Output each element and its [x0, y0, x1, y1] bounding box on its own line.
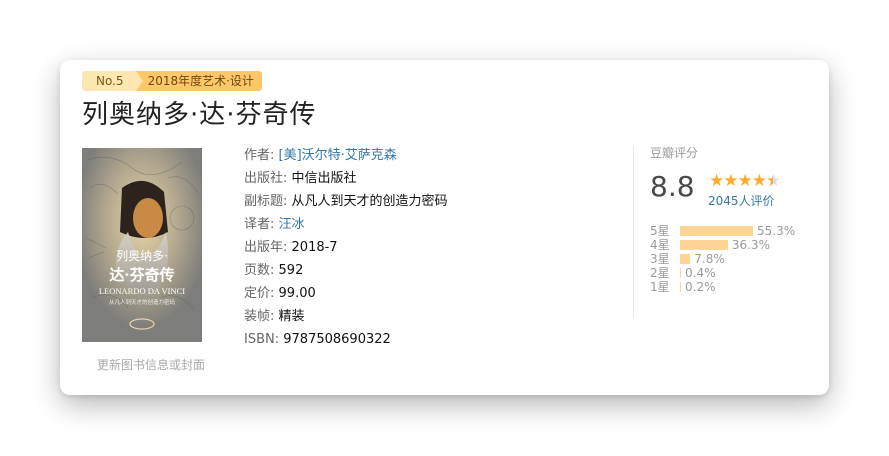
book-title: 列奥纳多·达·芬奇传 — [82, 100, 317, 130]
rating-star-label: 5星 — [650, 224, 670, 238]
rating-dist-row: 3星 7.8% — [650, 252, 800, 266]
rating-bar — [680, 226, 753, 236]
rating-bar — [680, 282, 681, 292]
rating-title: 豆瓣评分 — [650, 146, 699, 160]
info-row: 装帧: 精装 — [244, 305, 448, 328]
info-value-link[interactable]: 汪冰 — [279, 217, 305, 232]
rating-bar — [680, 254, 691, 264]
info-row: 副标题: 从凡人到天才的创造力密码 — [244, 190, 448, 213]
cover-title-en: LEONARDO DA VINCI — [99, 286, 185, 296]
cover-title-line2: 达·芬奇传 — [109, 266, 174, 284]
info-value: 2018-7 — [291, 240, 338, 255]
category-label: 2018年度艺术·设计 — [135, 71, 262, 91]
star-icon: ★ — [737, 171, 753, 191]
info-label: 出版年: — [244, 240, 288, 255]
info-label: 出版社: — [244, 171, 288, 186]
rating-dist-row: 4星 36.3% — [650, 238, 800, 252]
rating-star-label: 2星 — [650, 266, 670, 280]
star-icon: ★ — [751, 171, 767, 191]
rating-percent: 55.3% — [756, 224, 796, 238]
info-row: 译者: 汪冰 — [244, 213, 448, 236]
info-value: 592 — [278, 263, 304, 278]
rating-bar — [680, 240, 728, 250]
info-row: 出版年: 2018-7 — [244, 236, 448, 259]
info-row: ISBN: 9787508690322 — [244, 328, 448, 351]
divider — [633, 146, 634, 318]
rank-label: No.5 — [82, 71, 143, 91]
info-row: 作者: [美]沃尔特·艾萨克森 — [244, 144, 448, 167]
rating-distribution: 5星 55.3% 4星 36.3% 3星 7.8% 2星 0.4% 1星 0.2% — [650, 224, 800, 294]
star-icon: ★ — [709, 171, 724, 191]
info-label: 作者: — [244, 148, 275, 163]
rating-percent: 0.2% — [685, 280, 716, 294]
rating-star-label: 4星 — [650, 238, 670, 252]
rating-dist-row: 2星 0.4% — [650, 266, 800, 280]
rating-percent: 0.4% — [685, 266, 716, 280]
info-value: 99.00 — [278, 286, 316, 301]
rating-bar — [680, 268, 681, 278]
rating-percent: 36.3% — [731, 238, 771, 252]
rating-score: 8.8 — [650, 170, 695, 203]
rating-panel: 豆瓣评分 8.8 ★★★★★★ 2045人评价 5星55.3%4星36.3%3星… — [650, 144, 795, 294]
info-row: 出版社: 中信出版社 — [244, 167, 448, 190]
info-value: 中信出版社 — [291, 171, 357, 186]
book-info: 作者: [美]沃尔特·艾萨克森 出版社: 中信出版社 副标题: 从凡人到天才的创造力… — [244, 144, 448, 351]
rating-star-label: 1星 — [650, 280, 670, 294]
info-row: 页数: 592 — [244, 259, 448, 282]
info-label: 副标题: — [244, 194, 288, 209]
rating-stars: ★★★★★★ — [709, 171, 781, 191]
info-label: ISBN: — [244, 332, 280, 347]
info-value-link[interactable]: [美]沃尔特·艾萨克森 — [279, 148, 397, 163]
book-cover[interactable]: 列奥纳多· 达·芬奇传 LEONARDO DA VINCI 从凡人到天才的创造力… — [82, 148, 202, 342]
rating-star-label: 3星 — [650, 252, 670, 266]
star-icon: ★ — [723, 171, 738, 191]
ranking-badge[interactable]: No.5 2018年度艺术·设计 — [82, 71, 262, 91]
cover-art: 列奥纳多· 达·芬奇传 LEONARDO DA VINCI 从凡人到天才的创造力… — [82, 148, 202, 342]
update-book-info-link[interactable]: 更新图书信息或封面 — [97, 356, 205, 373]
info-value: 从凡人到天才的创造力密码 — [291, 194, 448, 209]
info-value: 精装 — [278, 309, 305, 324]
cover-subtitle: 从凡人到天才的创造力密码 — [109, 298, 176, 306]
info-label: 页数: — [244, 263, 275, 278]
vote-count-link[interactable]: 2045人评价 — [708, 192, 775, 209]
info-label: 装帧: — [244, 309, 275, 324]
rating-dist-row: 5星 55.3% — [650, 224, 800, 238]
info-label: 定价: — [244, 286, 275, 301]
rating-percent: 7.8% — [694, 252, 725, 266]
info-value: 9787508690322 — [283, 332, 391, 347]
cover-title-line1: 列奥纳多· — [116, 249, 168, 263]
half-star-icon: ★★ — [766, 171, 781, 191]
rating-dist-row: 1星 0.2% — [650, 280, 800, 294]
info-row: 定价: 99.00 — [244, 282, 448, 305]
info-label: 译者: — [244, 217, 275, 232]
book-card: No.5 2018年度艺术·设计 列奥纳多·达·芬奇传 列奥纳多· 达·芬奇传 … — [60, 60, 829, 395]
